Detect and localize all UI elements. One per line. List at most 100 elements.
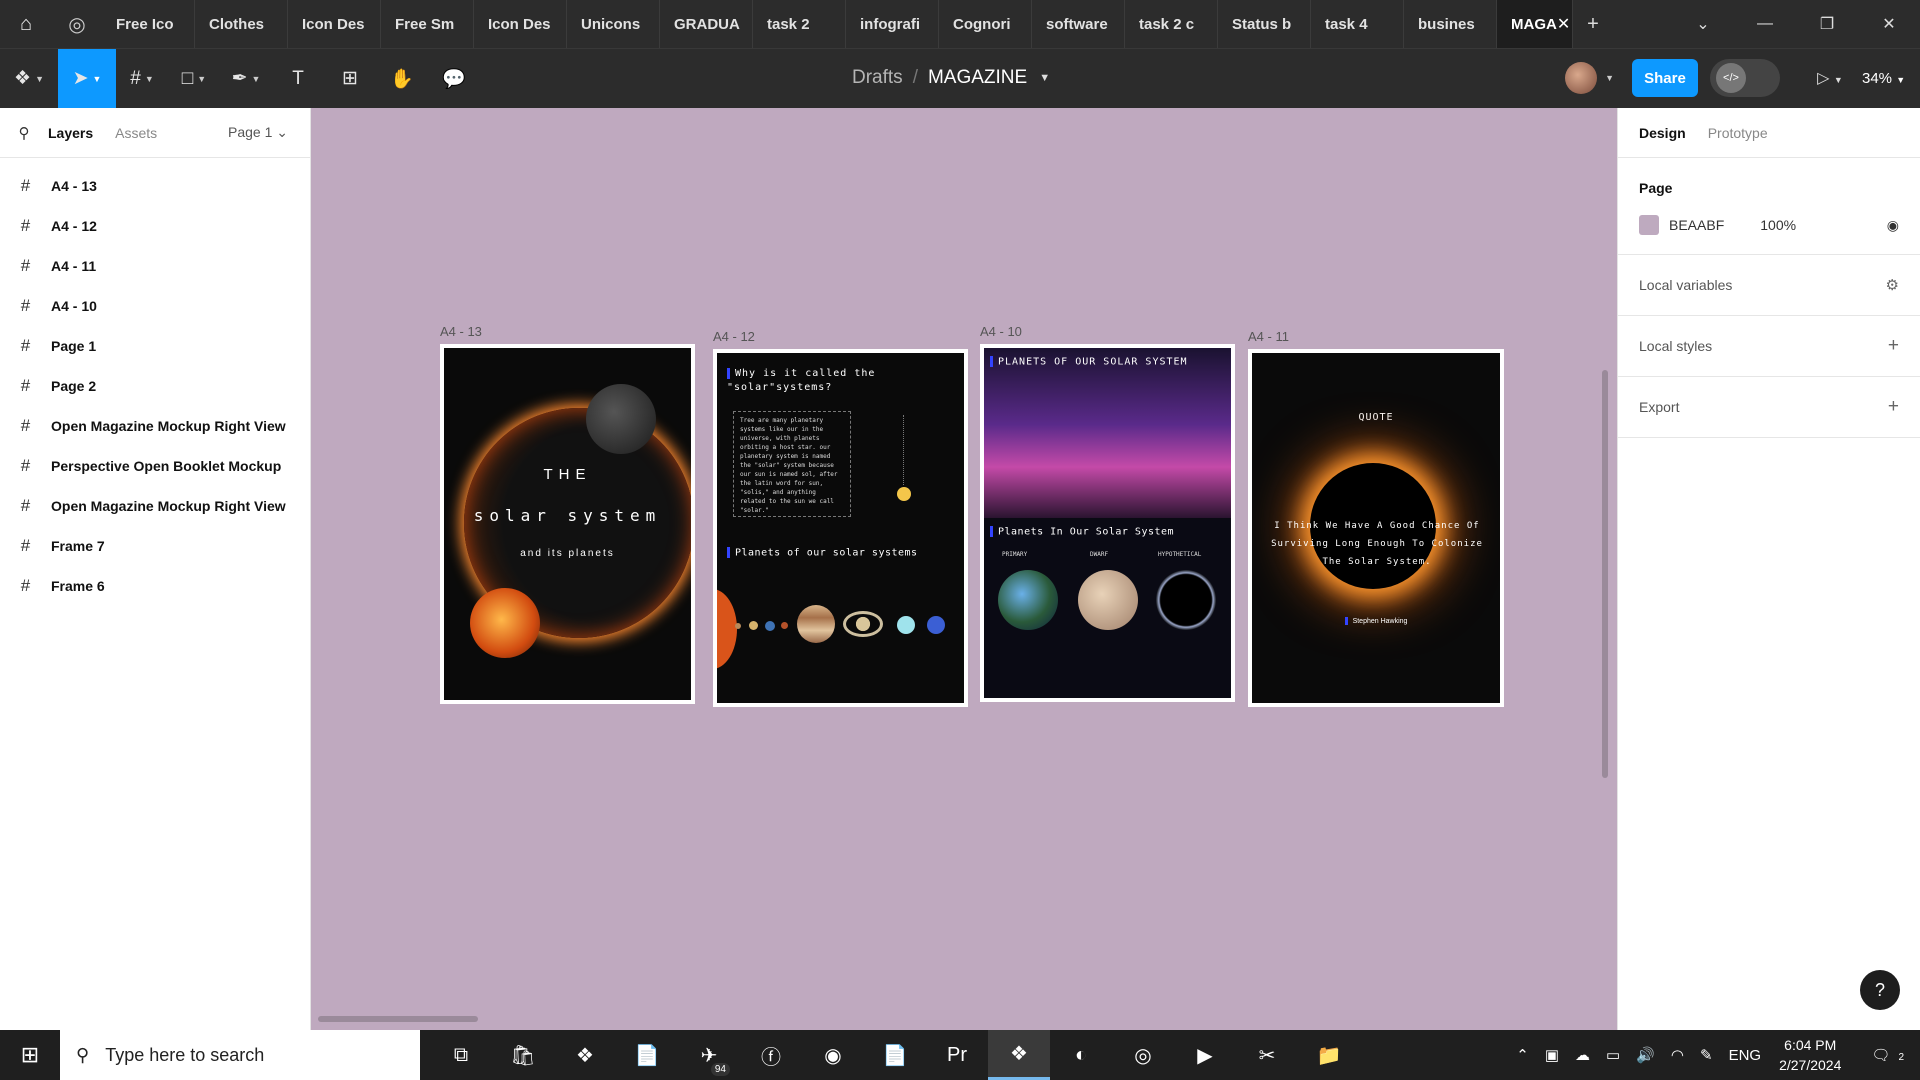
frame-a4-11[interactable]: QUOTE I Think We Have A Good Chance Of S… (1248, 349, 1504, 707)
home-icon[interactable]: ⌂ (0, 0, 52, 48)
avatar[interactable] (1565, 62, 1598, 94)
volume-icon[interactable]: 🔊 (1636, 1046, 1655, 1064)
export-row[interactable]: Export + (1618, 377, 1920, 438)
layer-item[interactable]: # A4 - 11 (0, 246, 310, 286)
breadcrumb-folder[interactable]: Drafts (852, 67, 903, 89)
layer-item[interactable]: # Page 2 (0, 366, 310, 406)
cloud-icon[interactable]: ☁ (1575, 1046, 1590, 1064)
figma-menu-icon[interactable]: ❖ ▼ (0, 49, 58, 109)
facebook-icon[interactable]: ⓕ (740, 1030, 802, 1080)
close-tab-icon[interactable]: ✕ (1557, 14, 1570, 34)
layer-item[interactable]: # Page 1 (0, 326, 310, 366)
figma-active-icon[interactable]: ❖ (988, 1030, 1050, 1080)
page-color-swatch[interactable] (1639, 215, 1659, 235)
tab[interactable]: Clothes (195, 0, 288, 48)
layer-item[interactable]: # Frame 7 (0, 526, 310, 566)
pen-icon[interactable]: ✎ (1700, 1046, 1713, 1064)
chevron-down-icon[interactable]: ▼ (1605, 73, 1614, 83)
tab[interactable]: GRADUA (660, 0, 753, 48)
zoom-level[interactable]: 34% ▼ (1850, 70, 1920, 87)
edge-icon[interactable]: ◐ (1050, 1030, 1112, 1080)
layer-item[interactable]: # Open Magazine Mockup Right View (0, 406, 310, 446)
add-icon[interactable]: + (1888, 396, 1899, 418)
tab[interactable]: Unicons (567, 0, 660, 48)
layer-item[interactable]: # Open Magazine Mockup Right View (0, 486, 310, 526)
file-name[interactable]: MAGAZINE (928, 67, 1027, 89)
comment-icon[interactable]: 💬 (428, 49, 480, 109)
document-icon[interactable]: 📄 (864, 1030, 926, 1080)
page-opacity[interactable]: 100% (1760, 217, 1796, 233)
language-indicator[interactable]: ENG (1729, 1047, 1762, 1064)
tab[interactable]: Icon Des (474, 0, 567, 48)
tab-design[interactable]: Design (1639, 125, 1686, 141)
tab-assets[interactable]: Assets (115, 125, 157, 141)
tab-active[interactable]: MAGA ✕ (1497, 0, 1573, 48)
new-tab-icon[interactable]: + (1573, 13, 1613, 36)
resources-icon[interactable]: ⊞ (324, 49, 376, 109)
frame-label[interactable]: A4 - 12 (713, 329, 755, 344)
restore-icon[interactable]: ❐ (1796, 14, 1858, 34)
tab[interactable]: task 2 c (1125, 0, 1218, 48)
add-icon[interactable]: + (1888, 335, 1899, 357)
file-icon[interactable]: 📄 (616, 1030, 678, 1080)
share-button[interactable]: Share (1632, 59, 1698, 97)
tab[interactable]: Cognori (939, 0, 1032, 48)
tab[interactable]: Free Sm (381, 0, 474, 48)
tab-layers[interactable]: Layers (48, 125, 93, 141)
chrome-icon[interactable]: ◎ (1112, 1030, 1174, 1080)
layer-item[interactable]: # A4 - 10 (0, 286, 310, 326)
task-view-icon[interactable]: ⧉ (430, 1030, 492, 1080)
text-tool-icon[interactable]: T (272, 49, 324, 109)
tab[interactable]: software (1032, 0, 1125, 48)
page-selector[interactable]: Page 1 ⌄ (228, 124, 288, 141)
frame-a4-13[interactable]: THE solar system and its planets (440, 344, 695, 704)
canvas[interactable]: A4 - 13 THE solar system and its planets… (312, 108, 1617, 1030)
tab[interactable]: Icon Des (288, 0, 381, 48)
move-tool-icon[interactable]: ➤ ▼ (58, 48, 116, 109)
local-variables-row[interactable]: Local variables ⚙ (1618, 255, 1920, 316)
tab-prototype[interactable]: Prototype (1708, 125, 1768, 141)
dev-mode-toggle[interactable]: </> (1710, 59, 1780, 97)
layer-item[interactable]: # A4 - 13 (0, 166, 310, 206)
telegram-icon[interactable]: ✈ 94 (678, 1030, 740, 1080)
tab[interactable]: Free Ico (102, 0, 195, 48)
minimize-icon[interactable]: — (1734, 15, 1796, 33)
help-button[interactable]: ? (1860, 970, 1900, 1010)
frame-label[interactable]: A4 - 10 (980, 324, 1022, 339)
tab[interactable]: Status b (1218, 0, 1311, 48)
close-window-icon[interactable]: ✕ (1858, 14, 1920, 34)
hand-tool-icon[interactable]: ✋ (376, 49, 428, 109)
tab[interactable]: task 4 (1311, 0, 1404, 48)
tab[interactable]: infografi (846, 0, 939, 48)
tab[interactable]: task 2 (753, 0, 846, 48)
tab[interactable]: busines (1404, 0, 1497, 48)
layer-item[interactable]: # Perspective Open Booklet Mockup (0, 446, 310, 486)
figma-app-icon[interactable]: ❖ (554, 1030, 616, 1080)
taskbar-search[interactable]: ⚲ Type here to search (60, 1030, 420, 1080)
shape-tool-icon[interactable]: □ ▼ (168, 49, 220, 109)
frame-a4-12[interactable]: Why is it called the "solar"systems? Tre… (713, 349, 968, 707)
wifi-icon[interactable]: ◠ (1671, 1046, 1684, 1064)
chevron-up-icon[interactable]: ⌃ (1516, 1046, 1529, 1064)
frame-a4-10[interactable]: PLANETS OF OUR SOLAR SYSTEM Planets In O… (980, 344, 1235, 702)
zoom-app-icon[interactable]: ◉ (802, 1030, 864, 1080)
present-icon[interactable]: ▷ ▼ (1810, 68, 1850, 88)
youtube-icon[interactable]: ▶ (1174, 1030, 1236, 1080)
vertical-scrollbar[interactable] (1602, 370, 1608, 778)
frame-label[interactable]: A4 - 11 (1248, 329, 1289, 344)
store-icon[interactable]: 🛍 (492, 1030, 554, 1080)
clock[interactable]: 6:04 PM 2/27/2024 (1779, 1035, 1841, 1075)
snipping-icon[interactable]: ✂ (1236, 1030, 1298, 1080)
local-styles-row[interactable]: Local styles + (1618, 316, 1920, 377)
globe-icon[interactable]: ◎ (52, 0, 102, 48)
horizontal-scrollbar[interactable] (318, 1016, 478, 1022)
eye-icon[interactable]: ◉ (1887, 217, 1899, 234)
chevron-down-icon[interactable]: ⌄ (1672, 14, 1734, 34)
notifications-icon[interactable]: 🗨 2 (1871, 1046, 1912, 1064)
frame-tool-icon[interactable]: # ▼ (116, 49, 168, 109)
pen-tool-icon[interactable]: ✒ ▼ (220, 49, 272, 109)
battery-icon[interactable]: ▭ (1606, 1046, 1620, 1064)
meet-icon[interactable]: ▣ (1545, 1046, 1559, 1064)
premiere-icon[interactable]: Pr (926, 1030, 988, 1080)
windows-start-icon[interactable]: ⊞ (0, 1042, 60, 1068)
